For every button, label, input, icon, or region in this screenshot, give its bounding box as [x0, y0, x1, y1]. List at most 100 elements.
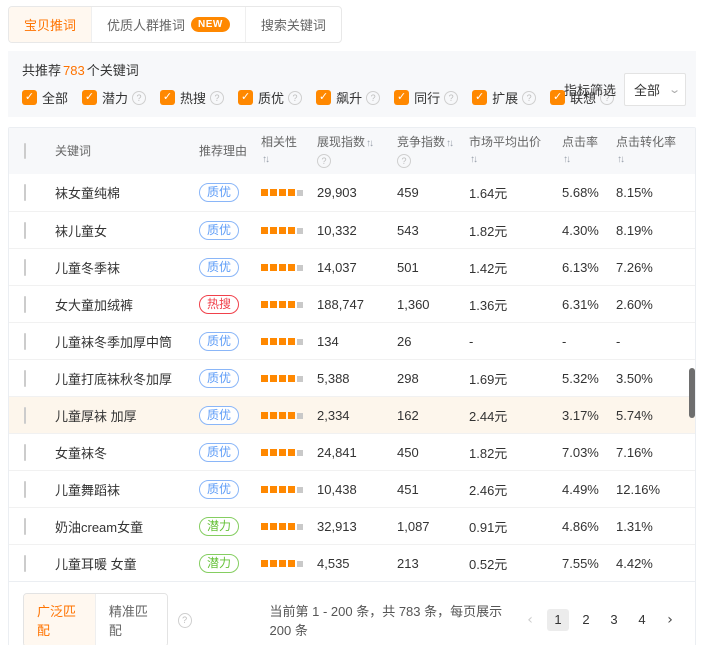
relevance-bars: [261, 375, 313, 382]
sort-icon[interactable]: ↑↓: [563, 154, 569, 165]
help-icon[interactable]: ?: [210, 91, 224, 105]
page-numbers: 1234: [547, 609, 653, 631]
relevance-cell: [261, 449, 317, 456]
row-checkbox[interactable]: [24, 481, 26, 498]
page-button[interactable]: 3: [603, 609, 625, 631]
page-button[interactable]: 2: [575, 609, 597, 631]
relevance-bar-filled: [288, 227, 295, 234]
relevance-bar-filled: [279, 560, 286, 567]
col-keyword: 关键词: [55, 143, 199, 159]
keyword-cell: 女童袜冬: [55, 443, 199, 462]
impression-cell: 24,841: [317, 445, 397, 460]
table-row: 袜女童纯棉质优29,9034591.64元5.68%8.15%: [9, 174, 695, 211]
help-icon[interactable]: ?: [288, 91, 302, 105]
checkbox-checked-icon[interactable]: ✓: [472, 90, 487, 105]
exact-match-button[interactable]: 精准匹配: [95, 594, 167, 645]
checkbox-checked-icon[interactable]: ✓: [238, 90, 253, 105]
next-page-button[interactable]: ›: [659, 609, 681, 631]
relevance-bar-filled: [270, 375, 277, 382]
checkbox-checked-icon[interactable]: ✓: [550, 90, 565, 105]
reason-badge: 质优: [199, 406, 239, 425]
relevance-bar-empty: [297, 265, 303, 271]
filter-checkbox-item[interactable]: ✓热搜?: [160, 88, 224, 107]
summary-prefix: 共推荐: [22, 63, 61, 78]
help-icon[interactable]: ?: [366, 91, 380, 105]
pagination-info: 当前第 1 - 200 条，共 783 条，每页展示 200 条: [270, 601, 519, 639]
filter-checkbox-item[interactable]: ✓飙升?: [316, 88, 380, 107]
col-avg-bid-label: 市场平均出价: [469, 134, 558, 150]
filter-checkbox-item[interactable]: ✓质优?: [238, 88, 302, 107]
relevance-bar-filled: [261, 375, 268, 382]
sort-icon[interactable]: ↑↓: [366, 138, 372, 149]
sort-icon[interactable]: ↑↓: [262, 154, 268, 165]
broad-match-button[interactable]: 广泛匹配: [24, 594, 95, 645]
cvr-cell: 8.19%: [616, 223, 695, 238]
relevance-bar-filled: [270, 227, 277, 234]
row-checkbox[interactable]: [24, 370, 26, 387]
help-icon[interactable]: ?: [317, 154, 331, 168]
tab-item-recommend[interactable]: 宝贝推词: [9, 7, 91, 42]
relevance-bar-filled: [288, 412, 295, 419]
relevance-cell: [261, 560, 317, 567]
row-checkbox[interactable]: [24, 296, 26, 313]
filter-checkbox-item[interactable]: ✓同行?: [394, 88, 458, 107]
reason-cell: 质优: [199, 258, 261, 277]
keyword-cell: 儿童舞蹈袜: [55, 480, 199, 499]
checkbox-checked-icon[interactable]: ✓: [82, 90, 97, 105]
table-row: 儿童袜冬季加厚中筒质优13426---: [9, 322, 695, 359]
competition-cell: 1,087: [397, 519, 469, 534]
relevance-bar-filled: [261, 523, 268, 530]
sort-icon[interactable]: ↑↓: [470, 154, 476, 165]
relevance-cell: [261, 523, 317, 530]
avg-bid-cell: 1.82元: [469, 221, 562, 240]
row-checkbox[interactable]: [24, 518, 26, 535]
table-body: 袜女童纯棉质优29,9034591.64元5.68%8.15%袜儿童女质优10,…: [9, 174, 695, 581]
row-checkbox[interactable]: [24, 555, 26, 572]
row-checkbox[interactable]: [24, 259, 26, 276]
relevance-bar-filled: [270, 486, 277, 493]
help-icon[interactable]: ?: [397, 154, 411, 168]
row-checkbox[interactable]: [24, 184, 26, 201]
table-row: 儿童冬季袜质优14,0375011.42元6.13%7.26%: [9, 248, 695, 285]
filter-checkbox-label: 扩展: [492, 88, 518, 107]
tab-label: 宝贝推词: [24, 15, 76, 34]
filter-checkbox-item[interactable]: ✓ 潜力?: [82, 88, 146, 107]
relevance-bar-filled: [288, 301, 295, 308]
cvr-cell: 4.42%: [616, 556, 695, 571]
keyword-cell: 儿童袜冬季加厚中筒: [55, 332, 199, 351]
ctr-cell: -: [562, 334, 616, 349]
row-checkbox[interactable]: [24, 444, 26, 461]
relevance-bars: [261, 486, 313, 493]
scrollbar-thumb[interactable]: [689, 368, 695, 418]
metric-filter-select[interactable]: 全部 ⌄: [624, 73, 686, 106]
checkbox-checked-icon[interactable]: ✓: [22, 90, 37, 105]
row-checkbox-cell: [9, 297, 55, 312]
help-icon[interactable]: ?: [522, 91, 536, 105]
filter-checkbox-label: 潜力: [102, 88, 128, 107]
prev-page-button[interactable]: ‹: [519, 609, 541, 631]
row-checkbox[interactable]: [24, 333, 26, 350]
reason-badge: 质优: [199, 480, 239, 499]
col-avg-bid: 市场平均出价 ↑↓: [469, 134, 562, 168]
filter-checkbox-item[interactable]: ✓全部: [22, 88, 68, 107]
select-all-checkbox[interactable]: [24, 143, 26, 159]
help-icon[interactable]: ?: [444, 91, 458, 105]
row-checkbox-cell: [9, 482, 55, 497]
sort-icon[interactable]: ↑↓: [617, 154, 623, 165]
sort-icon[interactable]: ↑↓: [446, 138, 452, 149]
page-button[interactable]: 4: [631, 609, 653, 631]
summary-count: 783: [61, 63, 87, 78]
row-checkbox[interactable]: [24, 407, 26, 424]
tab-search-keyword[interactable]: 搜索关键词: [245, 7, 341, 42]
filter-checkbox-item[interactable]: ✓ 扩展?: [472, 88, 536, 107]
row-checkbox[interactable]: [24, 222, 26, 239]
checkbox-checked-icon[interactable]: ✓: [160, 90, 175, 105]
help-icon[interactable]: ?: [132, 91, 146, 105]
checkbox-checked-icon[interactable]: ✓: [316, 90, 331, 105]
reason-badge: 质优: [199, 258, 239, 277]
tab-crowd-recommend[interactable]: 优质人群推词 NEW: [91, 7, 245, 42]
checkbox-checked-icon[interactable]: ✓: [394, 90, 409, 105]
page-button[interactable]: 1: [547, 609, 569, 631]
cvr-cell: 12.16%: [616, 482, 695, 497]
help-icon[interactable]: ?: [178, 613, 192, 628]
